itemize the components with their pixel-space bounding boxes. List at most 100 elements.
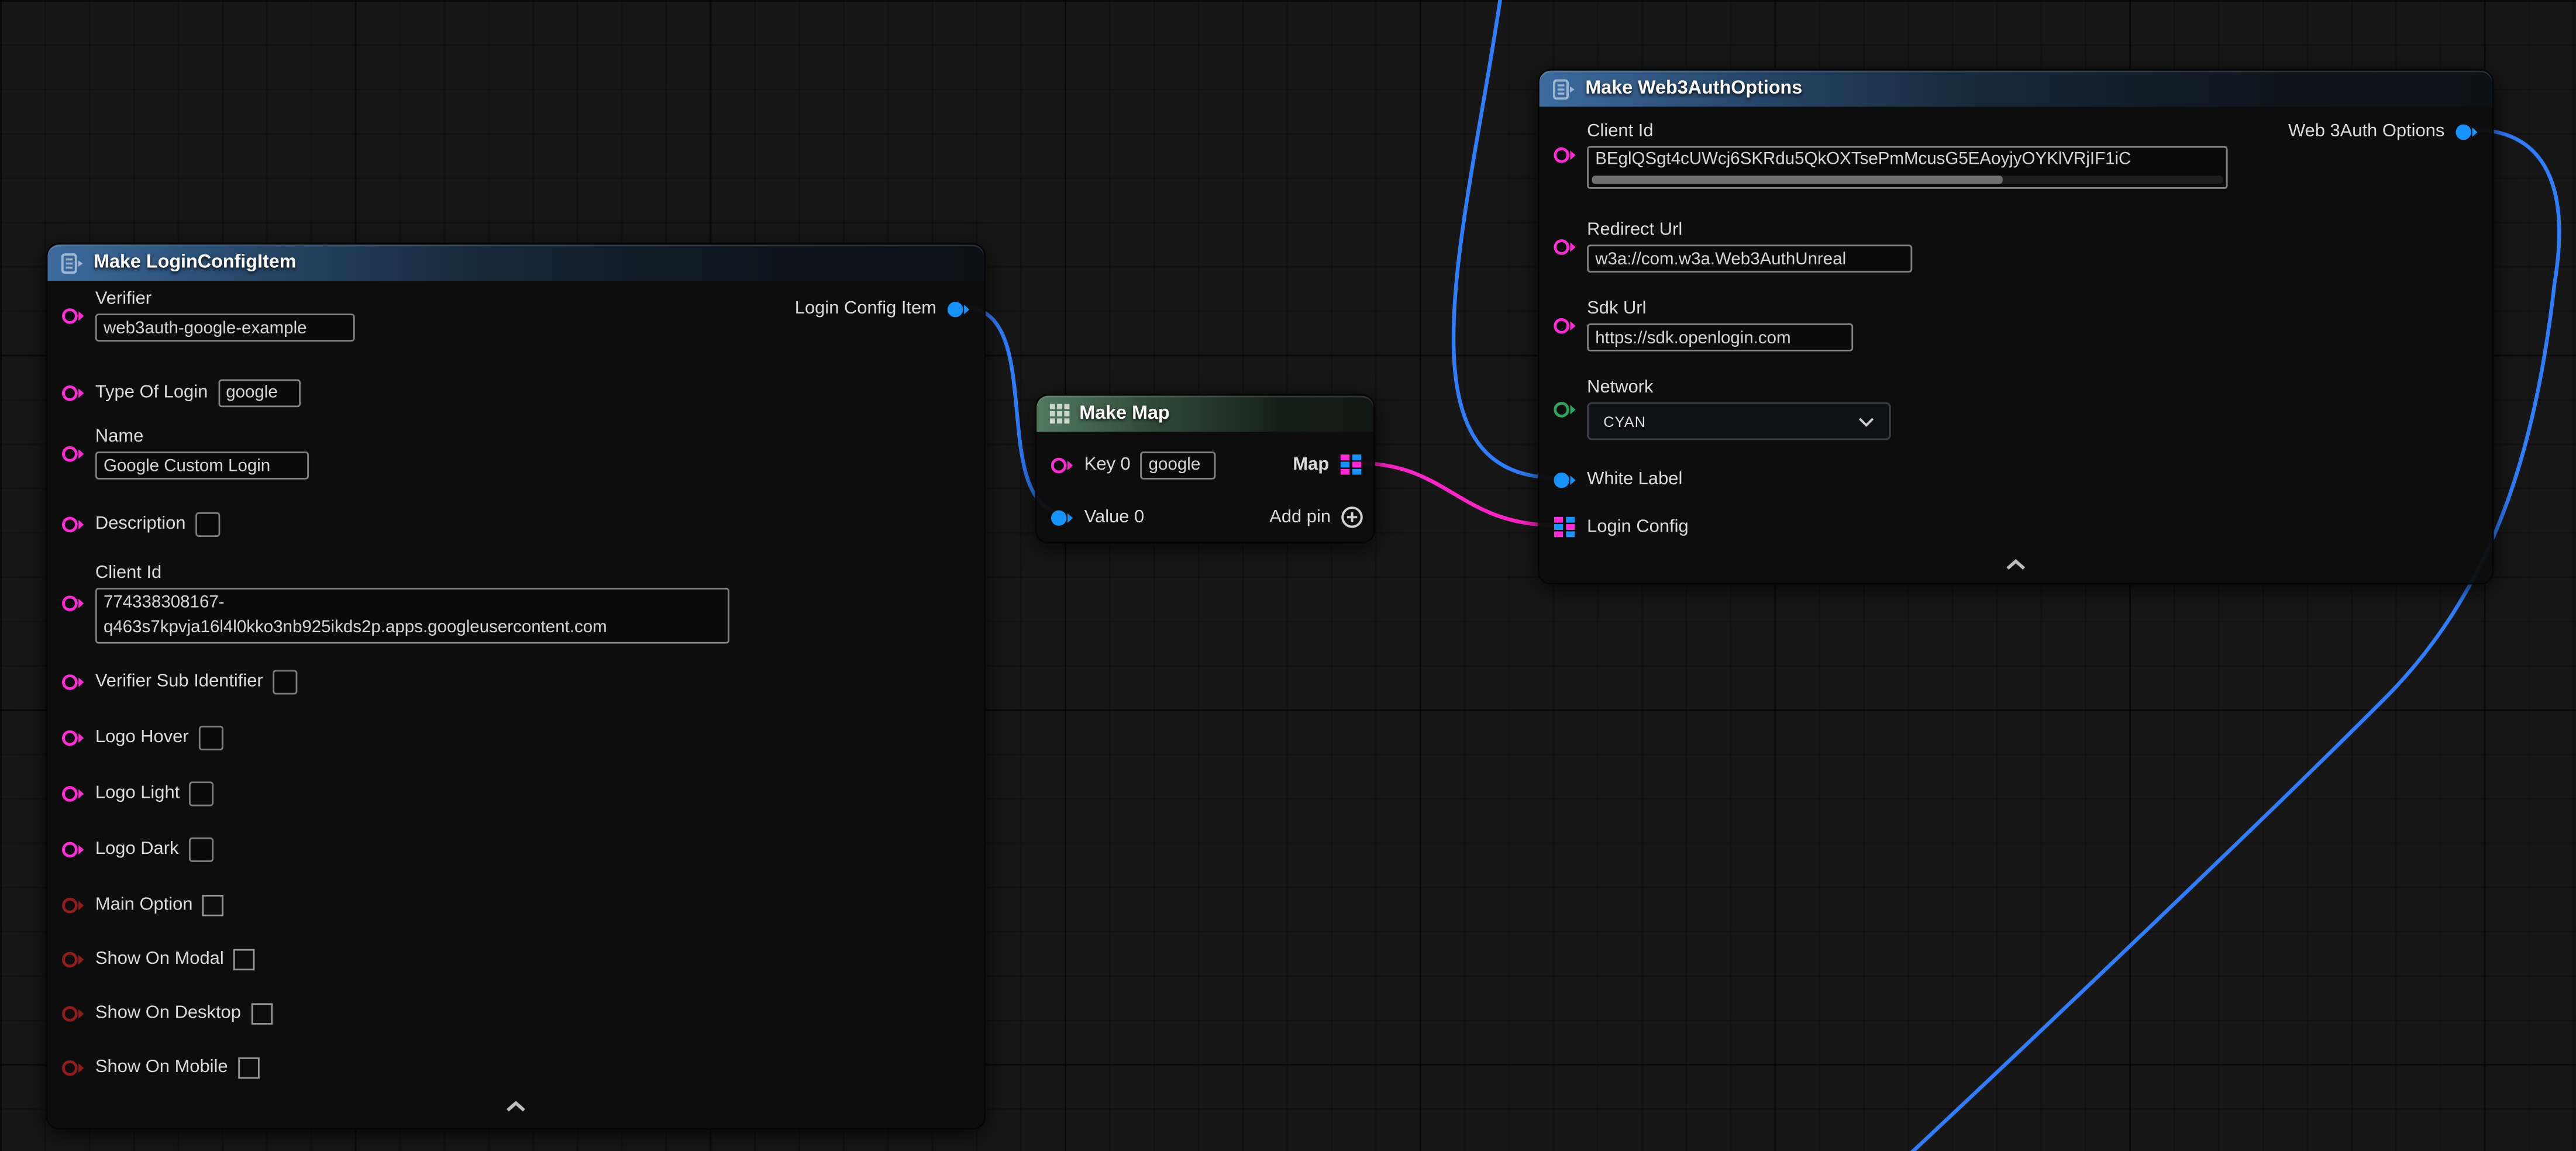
pin-row-web3auth-options-out: Web 3Auth Options	[2288, 116, 2479, 146]
name-pin[interactable]	[61, 443, 85, 464]
pin-row-logo-light: Logo Light	[61, 777, 214, 809]
white-label-pin[interactable]	[1552, 469, 1577, 490]
pin-row-redirect-url: Redirect Url	[1552, 215, 1912, 278]
w3-client-id-input[interactable]: BEglQSgt4cUWcj6SKRdu5QkOXTsePmMcusG5EAoy…	[1587, 145, 2227, 188]
show-on-desktop-label: Show On Desktop	[95, 1003, 241, 1023]
description-input[interactable]	[195, 512, 220, 536]
chevron-up-icon	[504, 1100, 527, 1113]
node-make-loginconfigitem[interactable]: Make LoginConfigItem Login Config Item V…	[46, 243, 986, 1129]
main-option-checkbox[interactable]	[202, 894, 224, 915]
sdk-url-label: Sdk Url	[1587, 299, 1853, 319]
show-on-modal-checkbox[interactable]	[234, 948, 256, 969]
verifier-sub-identifier-input[interactable]	[273, 669, 298, 694]
show-on-modal-pin[interactable]	[61, 948, 85, 969]
pin-row-name: Name	[61, 422, 309, 485]
pin-row-login-config-item-out: Login Config Item	[795, 294, 971, 324]
pin-row-sdk-url: Sdk Url	[1552, 294, 1853, 357]
client-id-pin[interactable]	[61, 592, 85, 613]
node-title: Make Web3AuthOptions	[1585, 79, 1802, 99]
show-on-mobile-pin[interactable]	[61, 1057, 85, 1078]
pin-row-main-option: Main Option	[61, 888, 224, 921]
add-pin-icon	[1341, 506, 1363, 529]
node-title: Make LoginConfigItem	[94, 253, 296, 273]
scrollbar-thumb[interactable]	[1592, 175, 2002, 183]
show-on-modal-label: Show On Modal	[95, 949, 224, 969]
value0-pin[interactable]	[1050, 506, 1075, 528]
logo-light-input[interactable]	[190, 781, 214, 805]
pin-row-description: Description	[61, 507, 221, 540]
pin-row-verifier-sub-identifier: Verifier Sub Identifier	[61, 665, 298, 698]
description-pin[interactable]	[61, 513, 85, 534]
client-id-line2: q463s7kpvja16l4l0kko3nb925ikds2p.apps.go…	[104, 615, 721, 639]
w3-client-id-pin[interactable]	[1552, 144, 1577, 165]
logo-light-label: Logo Light	[95, 783, 180, 803]
web3auth-options-out-pin[interactable]	[2454, 120, 2479, 142]
main-option-label: Main Option	[95, 895, 193, 915]
chevron-down-icon	[1858, 416, 1875, 426]
redirect-url-input[interactable]	[1587, 244, 1912, 273]
make-struct-icon	[1552, 78, 1575, 99]
type-of-login-pin[interactable]	[61, 382, 85, 403]
node-header-make-web3authoptions[interactable]: Make Web3AuthOptions	[1540, 71, 2492, 107]
logo-hover-pin[interactable]	[61, 726, 85, 747]
verifier-sub-identifier-pin[interactable]	[61, 671, 85, 692]
logo-dark-input[interactable]	[188, 836, 213, 861]
login-config-item-out-pin[interactable]	[946, 298, 971, 319]
network-selected-value: CYAN	[1603, 413, 1646, 429]
pin-row-white-label: White Label	[1552, 464, 1682, 494]
login-config-pin[interactable]	[1552, 516, 1577, 539]
pin-row-value0: Value 0	[1050, 501, 1144, 533]
web3auth-options-out-label: Web 3Auth Options	[2288, 122, 2444, 142]
pin-row-verifier: Verifier	[61, 284, 355, 347]
verifier-label: Verifier	[95, 289, 355, 309]
verifier-input[interactable]	[95, 313, 355, 342]
make-struct-icon	[61, 252, 84, 273]
show-on-desktop-pin[interactable]	[61, 1002, 85, 1024]
collapse-button[interactable]	[47, 1100, 984, 1113]
redirect-url-pin[interactable]	[1552, 236, 1577, 257]
sdk-url-input[interactable]	[1587, 323, 1853, 351]
show-on-mobile-label: Show On Mobile	[95, 1057, 228, 1077]
network-label: Network	[1587, 378, 1891, 398]
client-id-line1: 774338308167-	[104, 590, 721, 615]
node-header-make-loginconfigitem[interactable]: Make LoginConfigItem	[47, 244, 984, 281]
scrollbar-track[interactable]	[1592, 175, 2223, 183]
graph-canvas[interactable]: Make LoginConfigItem Login Config Item V…	[0, 0, 2576, 1151]
logo-hover-input[interactable]	[198, 725, 223, 749]
pin-row-type-of-login: Type Of Login	[61, 376, 300, 409]
map-grid-icon	[1050, 404, 1070, 424]
logo-light-pin[interactable]	[61, 783, 85, 804]
redirect-url-label: Redirect Url	[1587, 220, 1912, 240]
show-on-desktop-checkbox[interactable]	[251, 1002, 273, 1024]
client-id-input[interactable]: 774338308167- q463s7kpvja16l4l0kko3nb925…	[95, 587, 729, 643]
key0-input[interactable]	[1141, 451, 1216, 479]
node-title: Make Map	[1079, 404, 1169, 424]
map-out-label: Map	[1293, 455, 1329, 475]
map-out-pin[interactable]	[1339, 453, 1363, 476]
name-input[interactable]	[95, 452, 309, 480]
logo-dark-pin[interactable]	[61, 838, 85, 859]
node-make-map[interactable]: Make Map Key 0 Map Value 0 Add pin	[1035, 394, 1375, 543]
node-header-make-map[interactable]: Make Map	[1036, 396, 1373, 432]
key0-label: Key 0	[1084, 455, 1131, 475]
network-pin[interactable]	[1552, 398, 1577, 419]
pin-row-key0: Key 0	[1050, 448, 1216, 481]
type-of-login-input[interactable]	[218, 378, 299, 406]
logo-dark-label: Logo Dark	[95, 839, 179, 859]
main-option-pin[interactable]	[61, 894, 85, 915]
network-dropdown[interactable]: CYAN	[1587, 402, 1891, 440]
key0-pin[interactable]	[1050, 454, 1075, 475]
show-on-mobile-checkbox[interactable]	[237, 1057, 259, 1078]
pin-row-show-on-modal: Show On Modal	[61, 942, 255, 975]
value0-label: Value 0	[1084, 507, 1145, 527]
add-pin-button[interactable]: Add pin	[1269, 501, 1363, 533]
verifier-pin[interactable]	[61, 305, 85, 326]
logo-hover-label: Logo Hover	[95, 728, 189, 747]
collapse-button[interactable]	[1540, 559, 2492, 571]
pin-row-w3-client-id: Client Id BEglQSgt4cUWcj6SKRdu5QkOXTsePm…	[1552, 116, 2227, 192]
add-pin-label: Add pin	[1269, 507, 1331, 527]
node-make-web3authoptions[interactable]: Make Web3AuthOptions Web 3Auth Options C…	[1538, 69, 2494, 585]
sdk-url-pin[interactable]	[1552, 315, 1577, 336]
wire-map-to-login-config[interactable]	[1357, 463, 1558, 526]
pin-row-logo-hover: Logo Hover	[61, 721, 223, 753]
